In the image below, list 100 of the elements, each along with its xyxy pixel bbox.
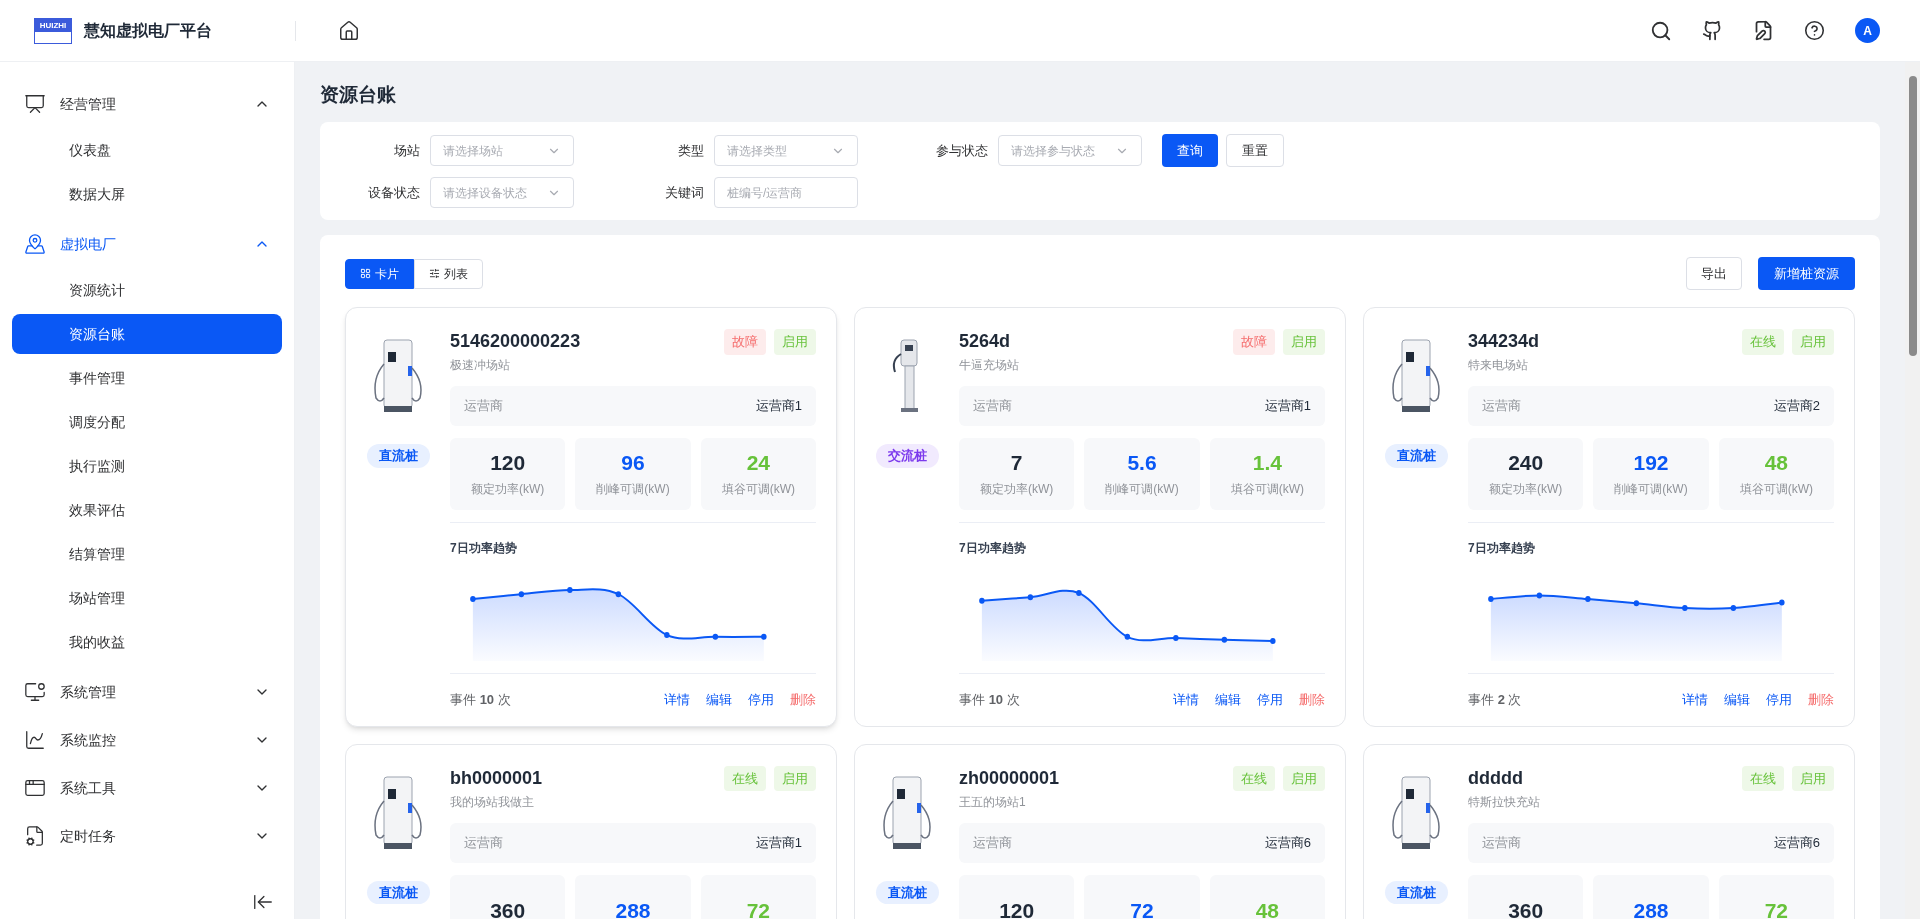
sidebar-item[interactable]: 效果评估 <box>12 490 282 530</box>
card-action-link[interactable]: 编辑 <box>1724 690 1750 710</box>
stat-label: 额定功率(kW) <box>980 481 1054 498</box>
card-action-link[interactable]: 编辑 <box>1215 690 1241 710</box>
status-tag: 启用 <box>1283 329 1325 355</box>
view-tab[interactable]: 卡片 <box>345 258 414 289</box>
trend-point <box>664 632 670 638</box>
sidebar-group[interactable]: 定时任务 <box>12 814 282 858</box>
charger-type-tag: 交流桩 <box>875 444 939 468</box>
reset-button[interactable]: 重置 <box>1226 134 1284 167</box>
status-tag: 启用 <box>1283 765 1325 791</box>
event-count: 事件 10 次 <box>959 691 1020 709</box>
sidebar-item[interactable]: 仪表盘 <box>12 130 282 170</box>
sidebar-group[interactable]: 系统工具 <box>12 766 282 810</box>
operator-label: 运营商 <box>464 833 503 852</box>
trend-point <box>712 633 719 640</box>
trend-point <box>567 587 573 593</box>
card-action-link[interactable]: 编辑 <box>706 690 732 710</box>
document-edit-icon[interactable] <box>1753 20 1774 41</box>
sidebar-item[interactable]: 事件管理 <box>12 358 282 398</box>
charger-type-tag: 直流桩 <box>366 444 430 468</box>
operator-label: 运营商 <box>973 833 1012 852</box>
sidebar-item[interactable]: 结算管理 <box>12 534 282 574</box>
stat-label: 削峰可调(kW) <box>1105 481 1179 498</box>
trend-point <box>761 633 767 640</box>
card-action-link[interactable]: 停用 <box>1766 690 1792 710</box>
card-action-link[interactable]: 停用 <box>1257 690 1283 710</box>
trend-point <box>1221 636 1228 643</box>
search-icon[interactable] <box>1650 19 1672 42</box>
filter-label: 参与状态 <box>935 141 988 160</box>
sidebar-item[interactable]: 执行监测 <box>12 446 282 486</box>
stat-value: 72 <box>1130 897 1154 919</box>
sidebar-item[interactable]: 调度分配 <box>12 402 282 442</box>
sidebar-group[interactable]: 系统管理 <box>12 670 282 714</box>
card-action-link[interactable]: 停用 <box>748 690 774 710</box>
sidebar-group[interactable]: 经营管理 <box>12 82 282 126</box>
add-resource-button[interactable]: 新增桩资源 <box>1758 257 1855 290</box>
stat-label: 额定功率(kW) <box>471 481 545 498</box>
query-button[interactable]: 查询 <box>1162 134 1218 167</box>
sidebar-group[interactable]: 系统监控 <box>12 718 282 762</box>
status-tag: 启用 <box>774 765 816 791</box>
charger-id: 5146200000223 <box>450 330 581 353</box>
stat-value: 72 <box>746 897 770 919</box>
file-settings-icon <box>24 825 46 847</box>
sidebar-group[interactable]: 虚拟电厂 <box>12 222 282 266</box>
stat-value: 24 <box>746 450 770 476</box>
charger-type-tag: 直流桩 <box>875 880 939 904</box>
stat-value: 120 <box>999 897 1035 919</box>
stat-label: 填谷可调(kW) <box>1739 481 1813 498</box>
card-action-link[interactable]: 详情 <box>1682 690 1708 710</box>
operator-value: 运营商6 <box>1773 833 1820 852</box>
charger-type-tag: 直流桩 <box>1384 444 1448 468</box>
trend-point <box>979 597 985 604</box>
trend-point <box>1730 605 1737 611</box>
sidebar-item[interactable]: 我的收益 <box>12 622 282 662</box>
monitor-icon <box>24 681 46 703</box>
sidebar-item[interactable]: 数据大屏 <box>12 174 282 214</box>
help-icon[interactable] <box>1804 20 1825 41</box>
stat-value: 5.6 <box>1127 450 1157 476</box>
sidebar-item[interactable]: 资源统计 <box>12 270 282 310</box>
operator-value: 运营商1 <box>755 833 802 852</box>
stat-label: 削峰可调(kW) <box>1614 481 1688 498</box>
charger-id: ddddd <box>1468 766 1524 790</box>
status-tag: 故障 <box>1233 329 1275 355</box>
card-action-link[interactable]: 删除 <box>1299 690 1325 710</box>
charger-id: 5264d <box>959 330 1012 353</box>
keyword-field[interactable]: 桩编号/运营商 <box>714 177 858 208</box>
sliders-icon <box>429 268 440 279</box>
operator-value: 运营商6 <box>1264 833 1311 852</box>
station-name: 特斯拉快充站 <box>1468 793 1540 811</box>
sidebar-item[interactable]: 资源台账 <box>12 314 282 354</box>
stat-value: 72 <box>1764 897 1788 919</box>
view-tab[interactable]: 列表 <box>414 258 483 289</box>
filter-label: 关键词 <box>664 183 704 202</box>
export-button[interactable]: 导出 <box>1686 257 1742 290</box>
status-tag: 启用 <box>1792 765 1834 791</box>
app-title: 慧知虚拟电厂平台 <box>84 20 212 41</box>
stat-label: 填谷可调(kW) <box>1230 481 1304 498</box>
charger-id: 344234d <box>1468 330 1540 353</box>
trend-point <box>1124 633 1131 640</box>
trend-point <box>1488 596 1494 602</box>
github-icon[interactable] <box>1702 20 1723 41</box>
sidebar-item[interactable]: 场站管理 <box>12 578 282 618</box>
card-action-link[interactable]: 详情 <box>1173 690 1199 710</box>
status-tag: 故障 <box>724 329 766 355</box>
station-name: 特来电场站 <box>1468 357 1529 374</box>
stat-label: 填谷可调(kW) <box>721 481 795 498</box>
status-tag: 在线 <box>1742 765 1784 791</box>
home-icon[interactable] <box>338 19 360 42</box>
trend-point <box>1270 638 1276 644</box>
card-action-link[interactable]: 删除 <box>790 690 816 710</box>
charger-id: zh00000001 <box>959 766 1060 790</box>
card-action-link[interactable]: 详情 <box>664 690 690 710</box>
card-action-link[interactable]: 删除 <box>1808 690 1834 710</box>
trend-point <box>1633 600 1640 607</box>
trend-point <box>1536 592 1543 599</box>
user-avatar[interactable]: A <box>1855 18 1880 43</box>
trend-point <box>1173 635 1179 641</box>
operator-label: 运营商 <box>973 397 1012 416</box>
status-tag: 启用 <box>1792 329 1834 355</box>
